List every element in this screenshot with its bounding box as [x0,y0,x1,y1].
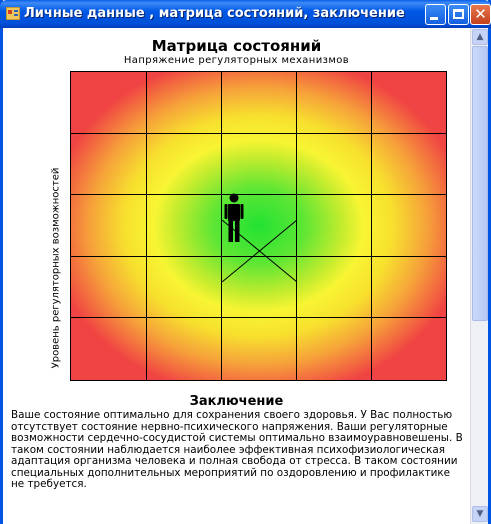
grid-line [71,133,446,134]
person-icon [224,193,244,242]
x-axis-label: Напряжение регуляторных механизмов [123,55,350,66]
y-axis-label: Уровень регуляторных возможностей [50,167,62,369]
minimize-button[interactable] [425,4,446,25]
matrix-title: Матрица состояний [151,37,322,55]
scroll-up-button[interactable]: ▲ [472,29,488,45]
grid-line [371,72,372,380]
app-icon [6,7,20,20]
grid-line [146,72,147,380]
maximize-icon [453,9,464,19]
window-title: Личные данные , матрица состояний, заклю… [24,6,409,21]
grid-line [71,317,446,318]
conclusion-title: Заключение [189,394,284,409]
conclusion-text: Ваше состояние оптимально для сохранения… [11,409,463,490]
maximize-button[interactable] [448,4,469,25]
state-matrix-grid [70,71,447,381]
content-area: Матрица состояний Напряжение регуляторны… [3,28,470,524]
title-bar[interactable]: Личные данные , матрица состояний, заклю… [0,0,491,28]
minimize-icon [430,17,438,20]
scroll-thumb[interactable] [472,46,488,321]
app-window: Личные данные , матрица состояний, заклю… [0,0,491,524]
close-icon: ✕ [474,5,487,23]
vertical-scrollbar[interactable]: ▲ ▼ [470,28,488,524]
close-button[interactable]: ✕ [470,4,491,25]
scroll-down-button[interactable]: ▼ [472,506,488,522]
grid-line [71,194,446,195]
